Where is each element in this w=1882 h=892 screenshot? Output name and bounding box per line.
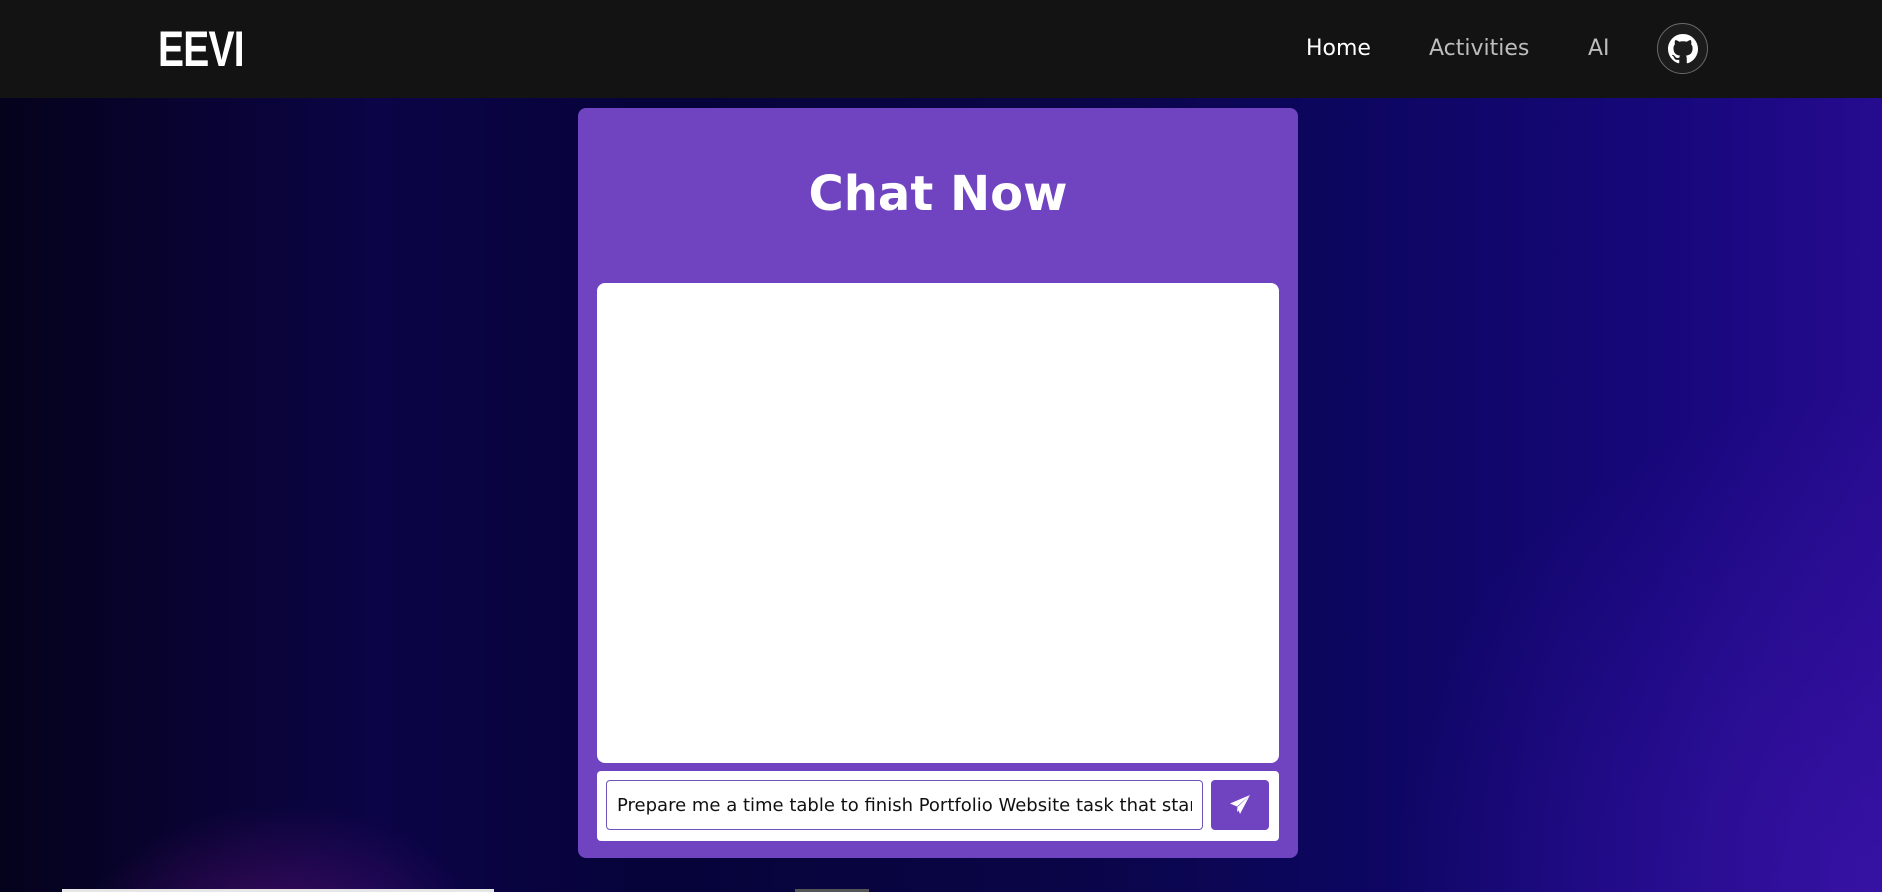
- send-button[interactable]: [1211, 780, 1269, 830]
- nav-link-activities[interactable]: Activities: [1429, 36, 1529, 61]
- github-button[interactable]: [1657, 23, 1708, 74]
- chat-input[interactable]: [606, 780, 1203, 830]
- github-icon: [1667, 33, 1698, 63]
- nav-links: Home Activities AI: [0, 36, 1882, 66]
- chat-input-bar: [597, 771, 1279, 841]
- nav-link-home[interactable]: Home: [1306, 36, 1371, 61]
- chat-card: Chat Now: [578, 108, 1298, 858]
- nav-link-ai[interactable]: AI: [1588, 36, 1610, 61]
- chat-messages-area[interactable]: [597, 283, 1279, 763]
- chat-title: Chat Now: [808, 166, 1068, 222]
- navbar: EEVI Home Activities AI: [0, 0, 1882, 98]
- paper-plane-icon: [1230, 795, 1250, 814]
